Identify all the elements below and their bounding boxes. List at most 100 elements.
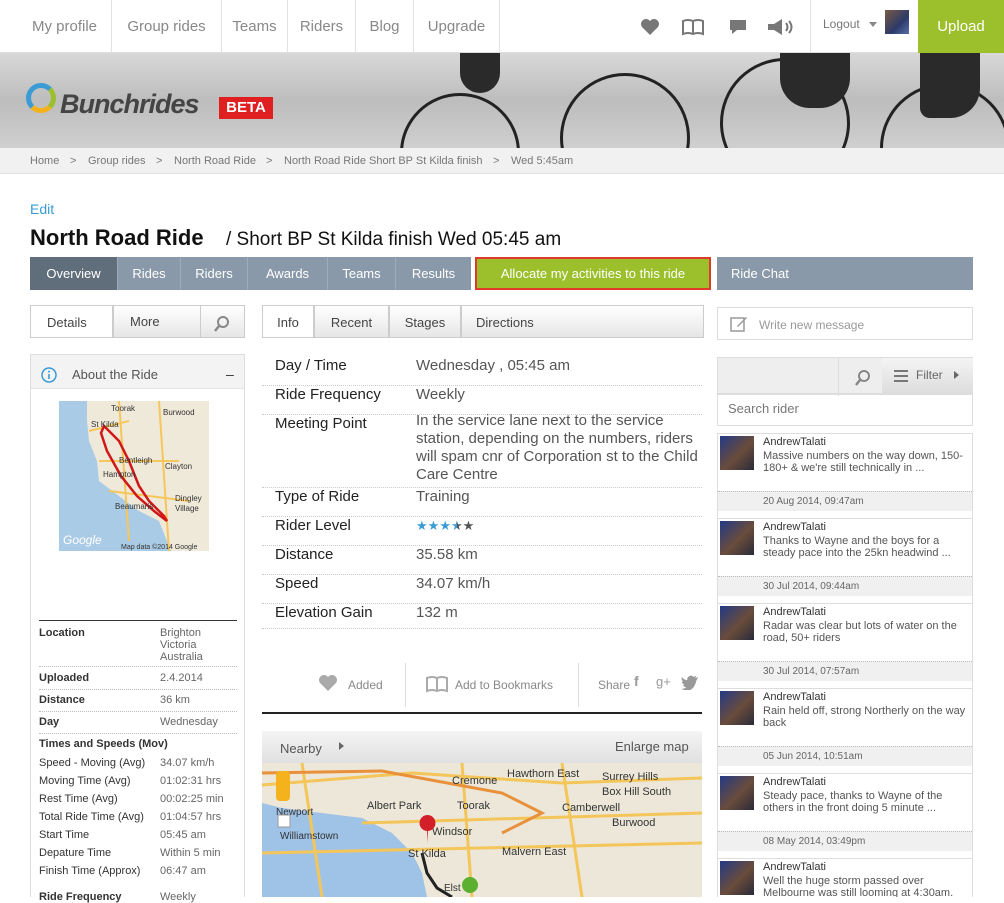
tab-results[interactable]: Results bbox=[396, 257, 471, 290]
nav-group-rides[interactable]: Group rides bbox=[112, 0, 222, 53]
svg-text:Camberwell: Camberwell bbox=[562, 802, 620, 814]
avatar[interactable] bbox=[885, 10, 909, 34]
ride-chat-header: Ride Chat bbox=[717, 257, 973, 290]
beta-badge: BETA bbox=[219, 97, 273, 119]
svg-text:Burwood: Burwood bbox=[612, 817, 655, 829]
banner: Bunchrides BETA bbox=[0, 53, 1004, 148]
tab-rides[interactable]: Rides bbox=[118, 257, 181, 290]
tab-directions[interactable]: Directions bbox=[461, 305, 704, 338]
breadcrumb-ride-variant[interactable]: North Road Ride Short BP St Kilda finish bbox=[284, 155, 483, 167]
svg-text:Dingley: Dingley bbox=[175, 494, 202, 503]
page-title: North Road Ride bbox=[30, 225, 204, 250]
svg-text:Map data ©2014 Google: Map data ©2014 Google bbox=[121, 543, 197, 551]
svg-text:Elst: Elst bbox=[444, 883, 461, 894]
star-icon: ★ bbox=[439, 518, 451, 533]
logo-icon[interactable] bbox=[26, 83, 56, 113]
megaphone-icon[interactable] bbox=[766, 15, 796, 39]
collapse-icon[interactable]: – bbox=[226, 366, 234, 382]
avatar bbox=[720, 691, 754, 725]
search-rider-input[interactable]: Search rider bbox=[717, 393, 973, 426]
detail-uploaded: Uploaded 2.4.2014 bbox=[39, 672, 237, 690]
breadcrumb-north-road[interactable]: North Road Ride bbox=[174, 155, 256, 167]
chat-message[interactable]: AndrewTalati Well the huge storm passed o… bbox=[718, 859, 972, 897]
breadcrumb: Home > Group rides > North Road Ride > N… bbox=[0, 148, 1004, 174]
tab-riders[interactable]: Riders bbox=[181, 257, 248, 290]
about-ride-header[interactable]: About the Ride – bbox=[31, 355, 244, 389]
info-row-type: Type of Ride Training bbox=[262, 488, 702, 517]
nav-upgrade[interactable]: Upgrade bbox=[414, 0, 500, 53]
nav-my-profile[interactable]: My profile bbox=[18, 0, 112, 53]
svg-text:Surrey Hills: Surrey Hills bbox=[602, 771, 659, 783]
enlarge-map-link[interactable]: Enlarge map bbox=[615, 739, 689, 754]
filter-button[interactable]: Filter bbox=[882, 358, 973, 394]
about-ride-title: About the Ride bbox=[72, 367, 159, 382]
svg-text:Williamstown: Williamstown bbox=[280, 831, 338, 842]
nav-teams[interactable]: Teams bbox=[222, 0, 288, 53]
write-message-input[interactable]: Write new message bbox=[717, 307, 973, 340]
facebook-icon[interactable]: f bbox=[634, 673, 639, 689]
book-icon[interactable] bbox=[681, 15, 705, 39]
upload-button[interactable]: Upload bbox=[918, 0, 1004, 53]
add-to-bookmarks[interactable]: Add to Bookmarks bbox=[455, 678, 553, 692]
ride-actions: Added Add to Bookmarks Share f g+ bbox=[262, 663, 702, 707]
chevron-right-icon[interactable] bbox=[339, 742, 344, 750]
detail-day: Day Wednesday bbox=[39, 716, 237, 734]
added-label[interactable]: Added bbox=[348, 678, 383, 692]
info-icon bbox=[41, 367, 57, 383]
tab-more[interactable]: More bbox=[113, 305, 201, 338]
chat-message[interactable]: AndrewTalati Thanks to Wayne and the boys… bbox=[718, 519, 972, 604]
allocate-activities-button[interactable]: Allocate my activities to this ride bbox=[475, 257, 711, 290]
street-map: Cremone Hawthorn East Surrey Hills Alber… bbox=[262, 763, 702, 897]
info-row-elevation: Elevation Gain 132 m bbox=[262, 604, 702, 629]
nav-riders[interactable]: Riders bbox=[288, 0, 356, 53]
tab-info[interactable]: Info bbox=[262, 305, 314, 338]
route-map: Toorak Burwood St Kilda Bentleigh Clayto… bbox=[59, 401, 209, 551]
svg-text:Beaumaris: Beaumaris bbox=[115, 502, 153, 511]
tab-details[interactable]: Details bbox=[30, 305, 113, 338]
route-map-thumbnail[interactable]: Toorak Burwood St Kilda Bentleigh Clayto… bbox=[59, 401, 209, 551]
comment-icon[interactable] bbox=[726, 15, 750, 39]
nearby-toggle[interactable]: Nearby bbox=[280, 741, 322, 756]
star-icon: ★ bbox=[462, 518, 475, 533]
tab-recent[interactable]: Recent bbox=[314, 305, 389, 338]
avatar bbox=[720, 861, 754, 895]
logo-text[interactable]: Bunchrides bbox=[60, 89, 200, 120]
svg-text:Village: Village bbox=[175, 504, 199, 513]
svg-text:Toorak: Toorak bbox=[111, 404, 136, 413]
star-icon: ★ bbox=[416, 518, 428, 533]
search-button[interactable] bbox=[200, 305, 245, 338]
tab-overview[interactable]: Overview bbox=[30, 257, 118, 290]
filter-label: Filter bbox=[916, 368, 943, 382]
heart-icon[interactable] bbox=[638, 15, 662, 39]
heart-icon[interactable] bbox=[318, 674, 338, 692]
chat-message[interactable]: AndrewTalati Radar was clear but lots of … bbox=[718, 604, 972, 689]
nav-blog[interactable]: Blog bbox=[356, 0, 414, 53]
top-nav: My profile Group rides Teams Riders Blog… bbox=[0, 0, 1004, 53]
tab-stages[interactable]: Stages bbox=[389, 305, 461, 338]
chat-message[interactable]: AndrewTalati Rain held off, strong Northe… bbox=[718, 689, 972, 774]
logout-menu[interactable]: Logout bbox=[810, 0, 918, 53]
svg-text:Clayton: Clayton bbox=[165, 462, 192, 471]
divider bbox=[262, 712, 702, 714]
svg-text:Malvern East: Malvern East bbox=[502, 846, 566, 858]
search-icon bbox=[214, 316, 229, 332]
bookmark-icon[interactable] bbox=[426, 675, 448, 693]
tab-teams[interactable]: Teams bbox=[328, 257, 396, 290]
search-icon[interactable] bbox=[854, 369, 872, 387]
twitter-icon[interactable] bbox=[681, 675, 699, 690]
chat-message[interactable]: AndrewTalati Steady pace, thanks to Wayne… bbox=[718, 774, 972, 859]
tab-awards[interactable]: Awards bbox=[248, 257, 328, 290]
breadcrumb-current: Wed 5:45am bbox=[511, 155, 574, 167]
svg-text:St Kilda: St Kilda bbox=[408, 848, 447, 860]
google-plus-icon[interactable]: g+ bbox=[656, 674, 671, 689]
svg-text:Albert Park: Albert Park bbox=[367, 800, 422, 812]
edit-link[interactable]: Edit bbox=[30, 201, 54, 217]
menu-icon bbox=[894, 370, 908, 382]
page-subtitle: / Short BP St Kilda finish Wed 05:45 am bbox=[226, 229, 562, 250]
chat-message[interactable]: AndrewTalati Massive numbers on the way d… bbox=[718, 434, 972, 519]
svg-text:Box Hill South: Box Hill South bbox=[602, 786, 671, 798]
nearby-map[interactable]: Cremone Hawthorn East Surrey Hills Alber… bbox=[262, 763, 702, 897]
breadcrumb-home[interactable]: Home bbox=[30, 155, 59, 167]
breadcrumb-group-rides[interactable]: Group rides bbox=[88, 155, 145, 167]
logout-label[interactable]: Logout bbox=[823, 17, 860, 31]
